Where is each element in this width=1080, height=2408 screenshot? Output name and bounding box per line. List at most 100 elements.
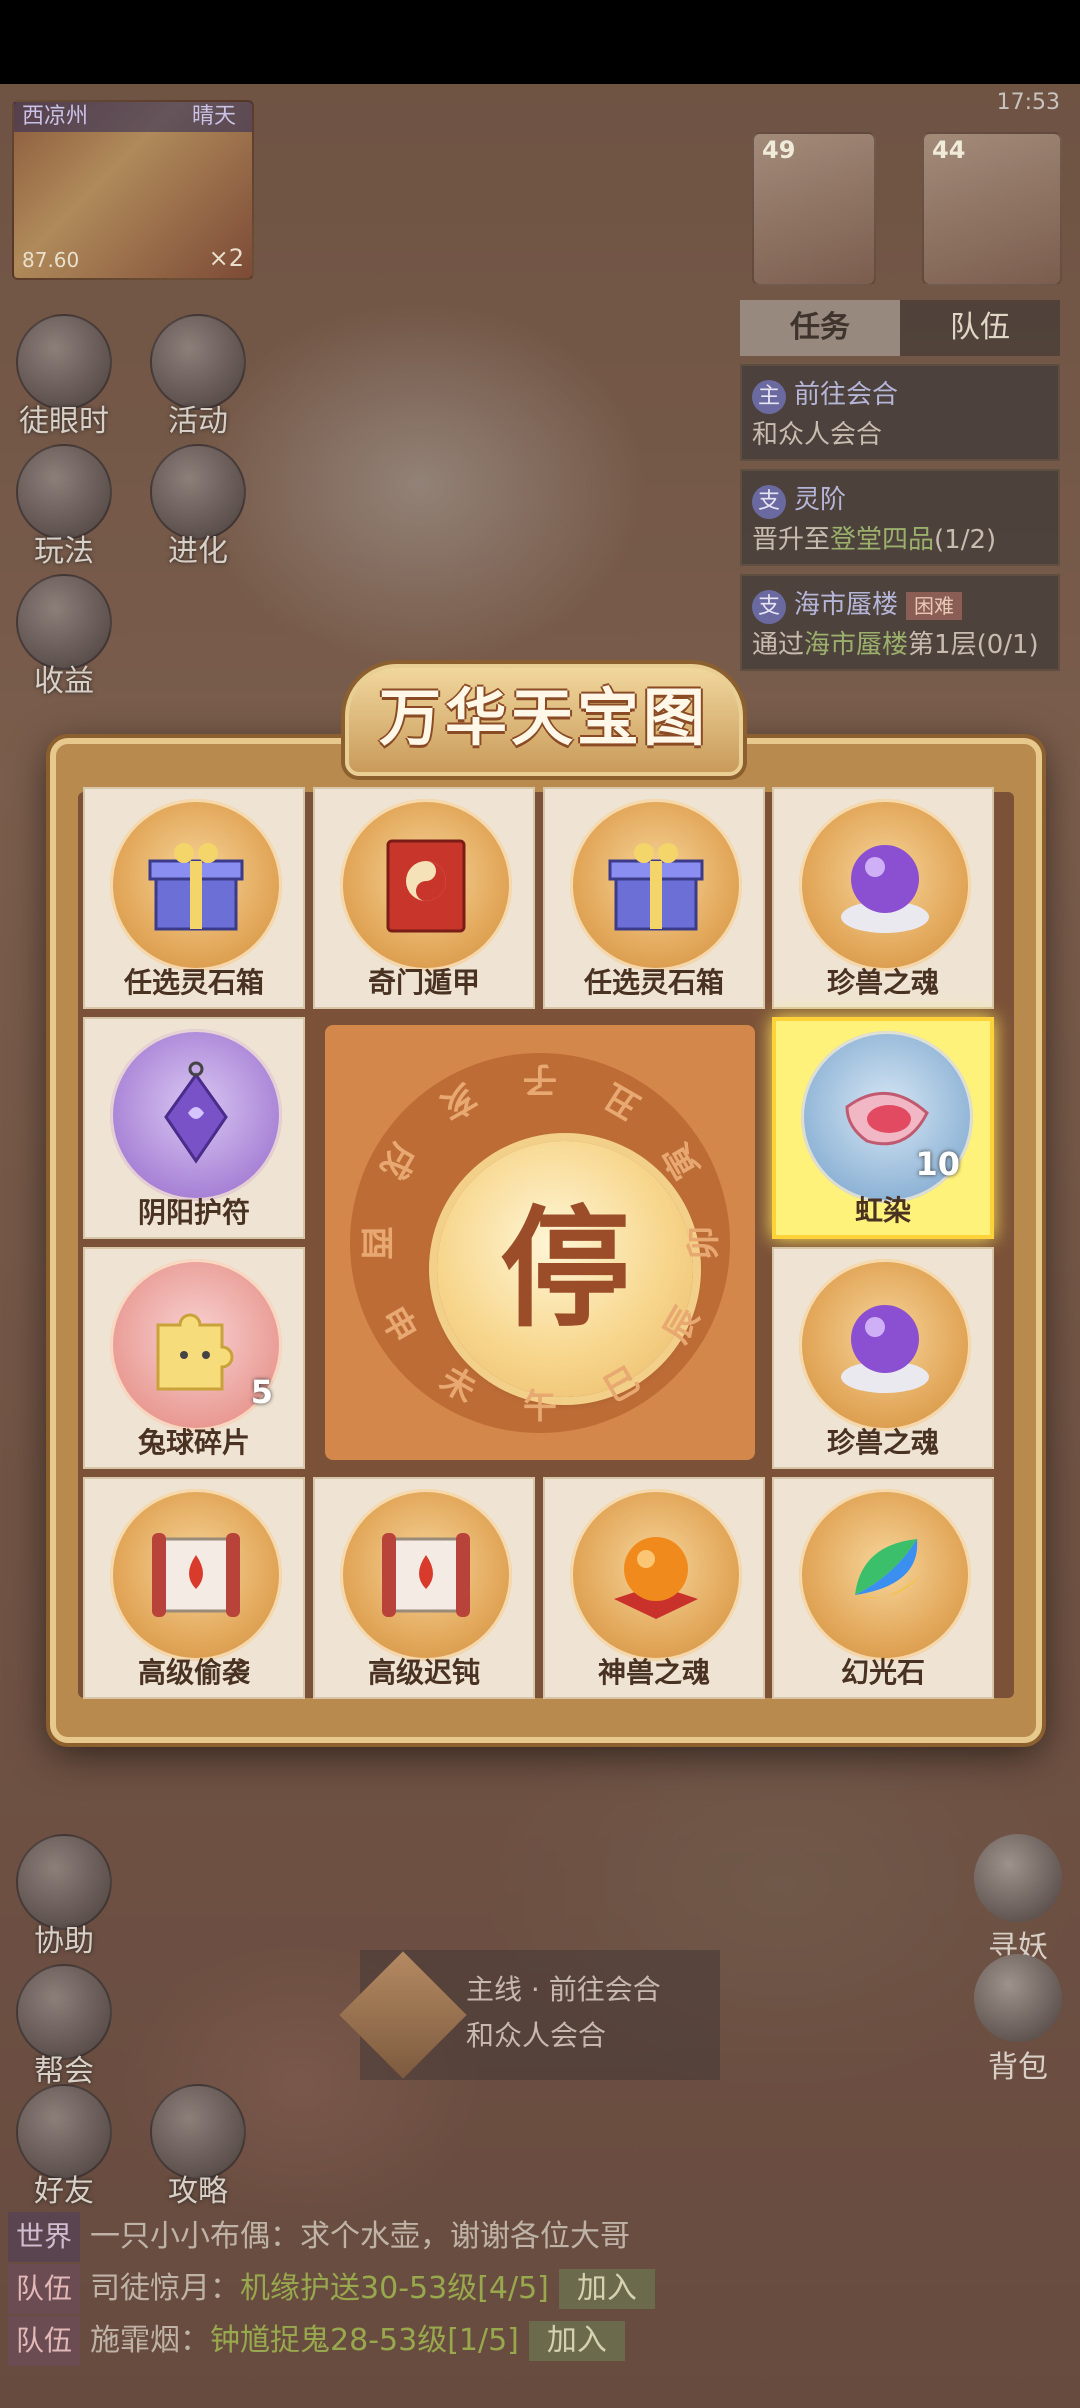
join-button[interactable]: 加入 (528, 2321, 625, 2361)
left-menu-item-0[interactable]: 徒眼时 (14, 314, 114, 440)
mainline-desc: 和众人会合 (466, 2019, 607, 2052)
minimap-header: 西凉州 晴天 (14, 102, 252, 132)
chat-line-0[interactable]: 世界 一只小小布偶：求个水壶，谢谢各位大哥 (0, 2212, 1080, 2262)
coordinate-readout: 87.60 (22, 248, 80, 272)
tab-tasks[interactable]: 任务 (740, 300, 900, 356)
task-title: 前往会合 (794, 380, 899, 410)
left-bottom-item-0[interactable]: 协助 (14, 1834, 114, 1960)
tab-team[interactable]: 队伍 (900, 300, 1060, 356)
prize-cell: 珍兽之魂 (772, 1247, 994, 1469)
purple-orb-icon (841, 845, 929, 933)
task-desc: 晋升至 (752, 525, 831, 555)
zodiac-glyph: 卯 (684, 1226, 724, 1260)
zodiac-dial: 停 子丑寅卯辰巳午未申酉戌亥 (350, 1053, 730, 1433)
dial-panel: 停 子丑寅卯辰巳午未申酉戌亥 (325, 1025, 755, 1460)
left-menu-label: 徒眼时 (19, 404, 109, 439)
task-desc-highlight: 海市蜃楼 (804, 630, 909, 660)
chat-channel: 队伍 (8, 2316, 81, 2366)
task-title: 灵阶 (794, 485, 847, 515)
multiplier-badge: ×2 (208, 244, 244, 272)
modal-title-plate: 万华天宝图 (345, 664, 743, 776)
left-menu-item-1[interactable]: 活动 (148, 314, 248, 440)
player-portrait[interactable]: 44 (922, 132, 1062, 286)
pet-portrait[interactable]: 49 (752, 132, 876, 286)
left-bottom-label: 好友 (34, 2174, 94, 2209)
left-bottom-item-1[interactable]: 帮会 (14, 1964, 114, 2090)
prize-cell: 幻光石 (772, 1477, 994, 1699)
chat-channel: 世界 (8, 2212, 81, 2262)
chat-highlight: 机缘护送30-53级[4/5] (240, 2271, 549, 2306)
left-menu-item-4[interactable]: 收益 (14, 574, 114, 700)
prize-cell: 高级偷袭 (83, 1477, 305, 1699)
task-desc-progress: (1/2) (934, 525, 997, 555)
task-desc-progress: 第1层(0/1) (908, 630, 1039, 660)
item-name: 兔球碎片 (137, 1426, 250, 1459)
chat-line-2[interactable]: 队伍 施霏烟：钟馗捉鬼28-53级[1/5] 加入 (0, 2316, 1080, 2366)
item-name: 幻光石 (840, 1656, 925, 1689)
item-count: 10 (915, 1145, 960, 1183)
left-menu-label: 收益 (34, 664, 94, 699)
prize-cell: 10 虹染 (772, 1017, 994, 1239)
item-name: 珍兽之魂 (826, 966, 939, 999)
zodiac-glyph: 未 (433, 1359, 483, 1411)
chat-sender: 施霏烟： (90, 2323, 211, 2358)
left-bottom-item-3[interactable]: 攻略 (148, 2084, 248, 2210)
task-item-1[interactable]: 支灵阶 晋升至登堂四品(1/2) (740, 469, 1060, 566)
task-badge: 主 (752, 380, 786, 414)
zodiac-glyph: 戌 (372, 1136, 424, 1186)
item-count: 5 (250, 1373, 273, 1411)
chat-line-1[interactable]: 队伍 司徒惊月：机缘护送30-53级[4/5] 加入 (0, 2264, 1080, 2314)
stop-label: 停 (499, 1192, 630, 1345)
seek-monster-icon (974, 1834, 1062, 1922)
scroll-icon (152, 1533, 240, 1617)
chat-channel: 队伍 (8, 2264, 81, 2314)
item-name: 奇门遁甲 (367, 966, 480, 999)
prize-cell: 奇门遁甲 (313, 787, 535, 1009)
task-item-0[interactable]: 主前往会合 和众人会合 (740, 364, 1060, 461)
task-item-2[interactable]: 支海市蜃楼 困难 通过海市蜃楼第1层(0/1) (740, 574, 1060, 671)
task-desc: 通过 (752, 630, 805, 660)
player-level: 44 (932, 136, 966, 164)
chat-sender: 一只小小布偶： (90, 2219, 301, 2254)
stop-button[interactable]: 停 (437, 1141, 693, 1397)
task-desc-highlight: 登堂四品 (830, 525, 935, 555)
modal-title: 万华天宝图 (378, 681, 709, 754)
zodiac-glyph: 寅 (656, 1136, 708, 1186)
join-button[interactable]: 加入 (558, 2269, 655, 2309)
right-bottom-item-1[interactable]: 背包 (968, 1954, 1068, 2086)
clock: 17:53 (996, 90, 1060, 115)
location-name: 西凉州 (22, 104, 89, 129)
right-bottom-label: 背包 (988, 2050, 1048, 2085)
prize-cell: 珍兽之魂 (772, 787, 994, 1009)
left-bottom-item-2[interactable]: 好友 (14, 2084, 114, 2210)
item-name: 高级迟钝 (367, 1656, 480, 1689)
task-badge: 支 (752, 485, 786, 519)
right-bottom-item-0[interactable]: 寻妖 (968, 1834, 1068, 1966)
zodiac-glyph: 丑 (597, 1075, 647, 1127)
item-name: 珍兽之魂 (826, 1426, 939, 1459)
zodiac-glyph: 午 (523, 1387, 557, 1427)
status-bar (0, 0, 1080, 84)
chat-message: 求个水壶，谢谢各位大哥 (300, 2219, 631, 2254)
left-menu-label: 进化 (168, 534, 228, 569)
left-menu-label: 活动 (168, 404, 228, 439)
gift-box-icon (608, 843, 704, 931)
mainline-quest-tracker[interactable]: 主线 · 前往会合 和众人会合 (339, 1950, 720, 2080)
gift-box-icon (148, 843, 244, 931)
prize-cell: 阴阳护符 (83, 1017, 305, 1239)
left-menu-item-2[interactable]: 玩法 (14, 444, 114, 570)
task-badge: 支 (752, 590, 786, 624)
item-name: 神兽之魂 (597, 1656, 710, 1689)
item-name: 阴阳护符 (137, 1196, 250, 1229)
chat-sender: 司徒惊月： (90, 2271, 241, 2306)
orange-orb-icon (614, 1537, 698, 1619)
weather-label: 晴天 (191, 104, 236, 129)
item-name: 高级偷袭 (137, 1656, 250, 1689)
mainline-title: 主线 · 前往会合 (466, 1973, 661, 2006)
left-menu-item-3[interactable]: 进化 (148, 444, 248, 570)
zodiac-glyph: 亥 (433, 1075, 483, 1127)
crystal-icon (855, 1539, 921, 1599)
minimap[interactable]: 西凉州 晴天 87.60 ×2 (12, 100, 254, 280)
prize-cell: 神兽之魂 (543, 1477, 765, 1699)
item-name: 任选灵石箱 (583, 966, 724, 999)
